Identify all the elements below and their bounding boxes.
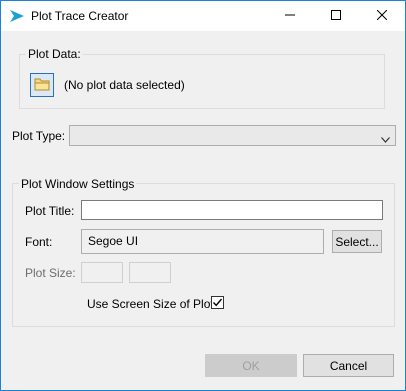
plot-window-settings-label: Plot Window Settings	[19, 177, 137, 191]
minimize-icon	[285, 9, 295, 23]
font-label: Font:	[25, 235, 53, 249]
minimize-button[interactable]	[267, 1, 313, 31]
ok-button[interactable]: OK	[205, 354, 297, 377]
plot-type-dropdown[interactable]	[69, 125, 396, 146]
title-bar[interactable]: Plot Trace Creator	[1, 1, 405, 31]
folder-icon	[34, 77, 50, 94]
select-font-button[interactable]: Select...	[332, 230, 382, 253]
chevron-down-icon	[381, 132, 390, 146]
plot-title-input[interactable]	[81, 200, 383, 220]
plot-title-label: Plot Title:	[25, 204, 75, 218]
plot-trace-creator-dialog: Plot Trace Creator Plot Data: (No plot d…	[0, 0, 406, 391]
plot-width-input[interactable]	[81, 262, 123, 283]
close-button[interactable]	[359, 1, 405, 31]
window-title: Plot Trace Creator	[31, 9, 129, 23]
plot-data-group-label: Plot Data:	[26, 47, 83, 61]
play-arrow-icon	[9, 8, 25, 24]
maximize-icon	[331, 9, 341, 23]
screen-size-checkbox[interactable]	[211, 296, 224, 309]
screen-size-label: Use Screen Size of Plot:	[87, 297, 218, 311]
cancel-button[interactable]: Cancel	[303, 354, 394, 377]
plot-type-label: Plot Type:	[12, 129, 66, 143]
close-icon	[376, 9, 388, 23]
font-display-field: Segoe UI	[81, 229, 324, 254]
maximize-button[interactable]	[313, 1, 359, 31]
select-plot-data-button[interactable]	[30, 73, 54, 97]
plot-data-status: (No plot data selected)	[64, 78, 185, 92]
plot-height-input[interactable]	[129, 262, 171, 283]
plot-size-label: Plot Size:	[25, 266, 76, 280]
